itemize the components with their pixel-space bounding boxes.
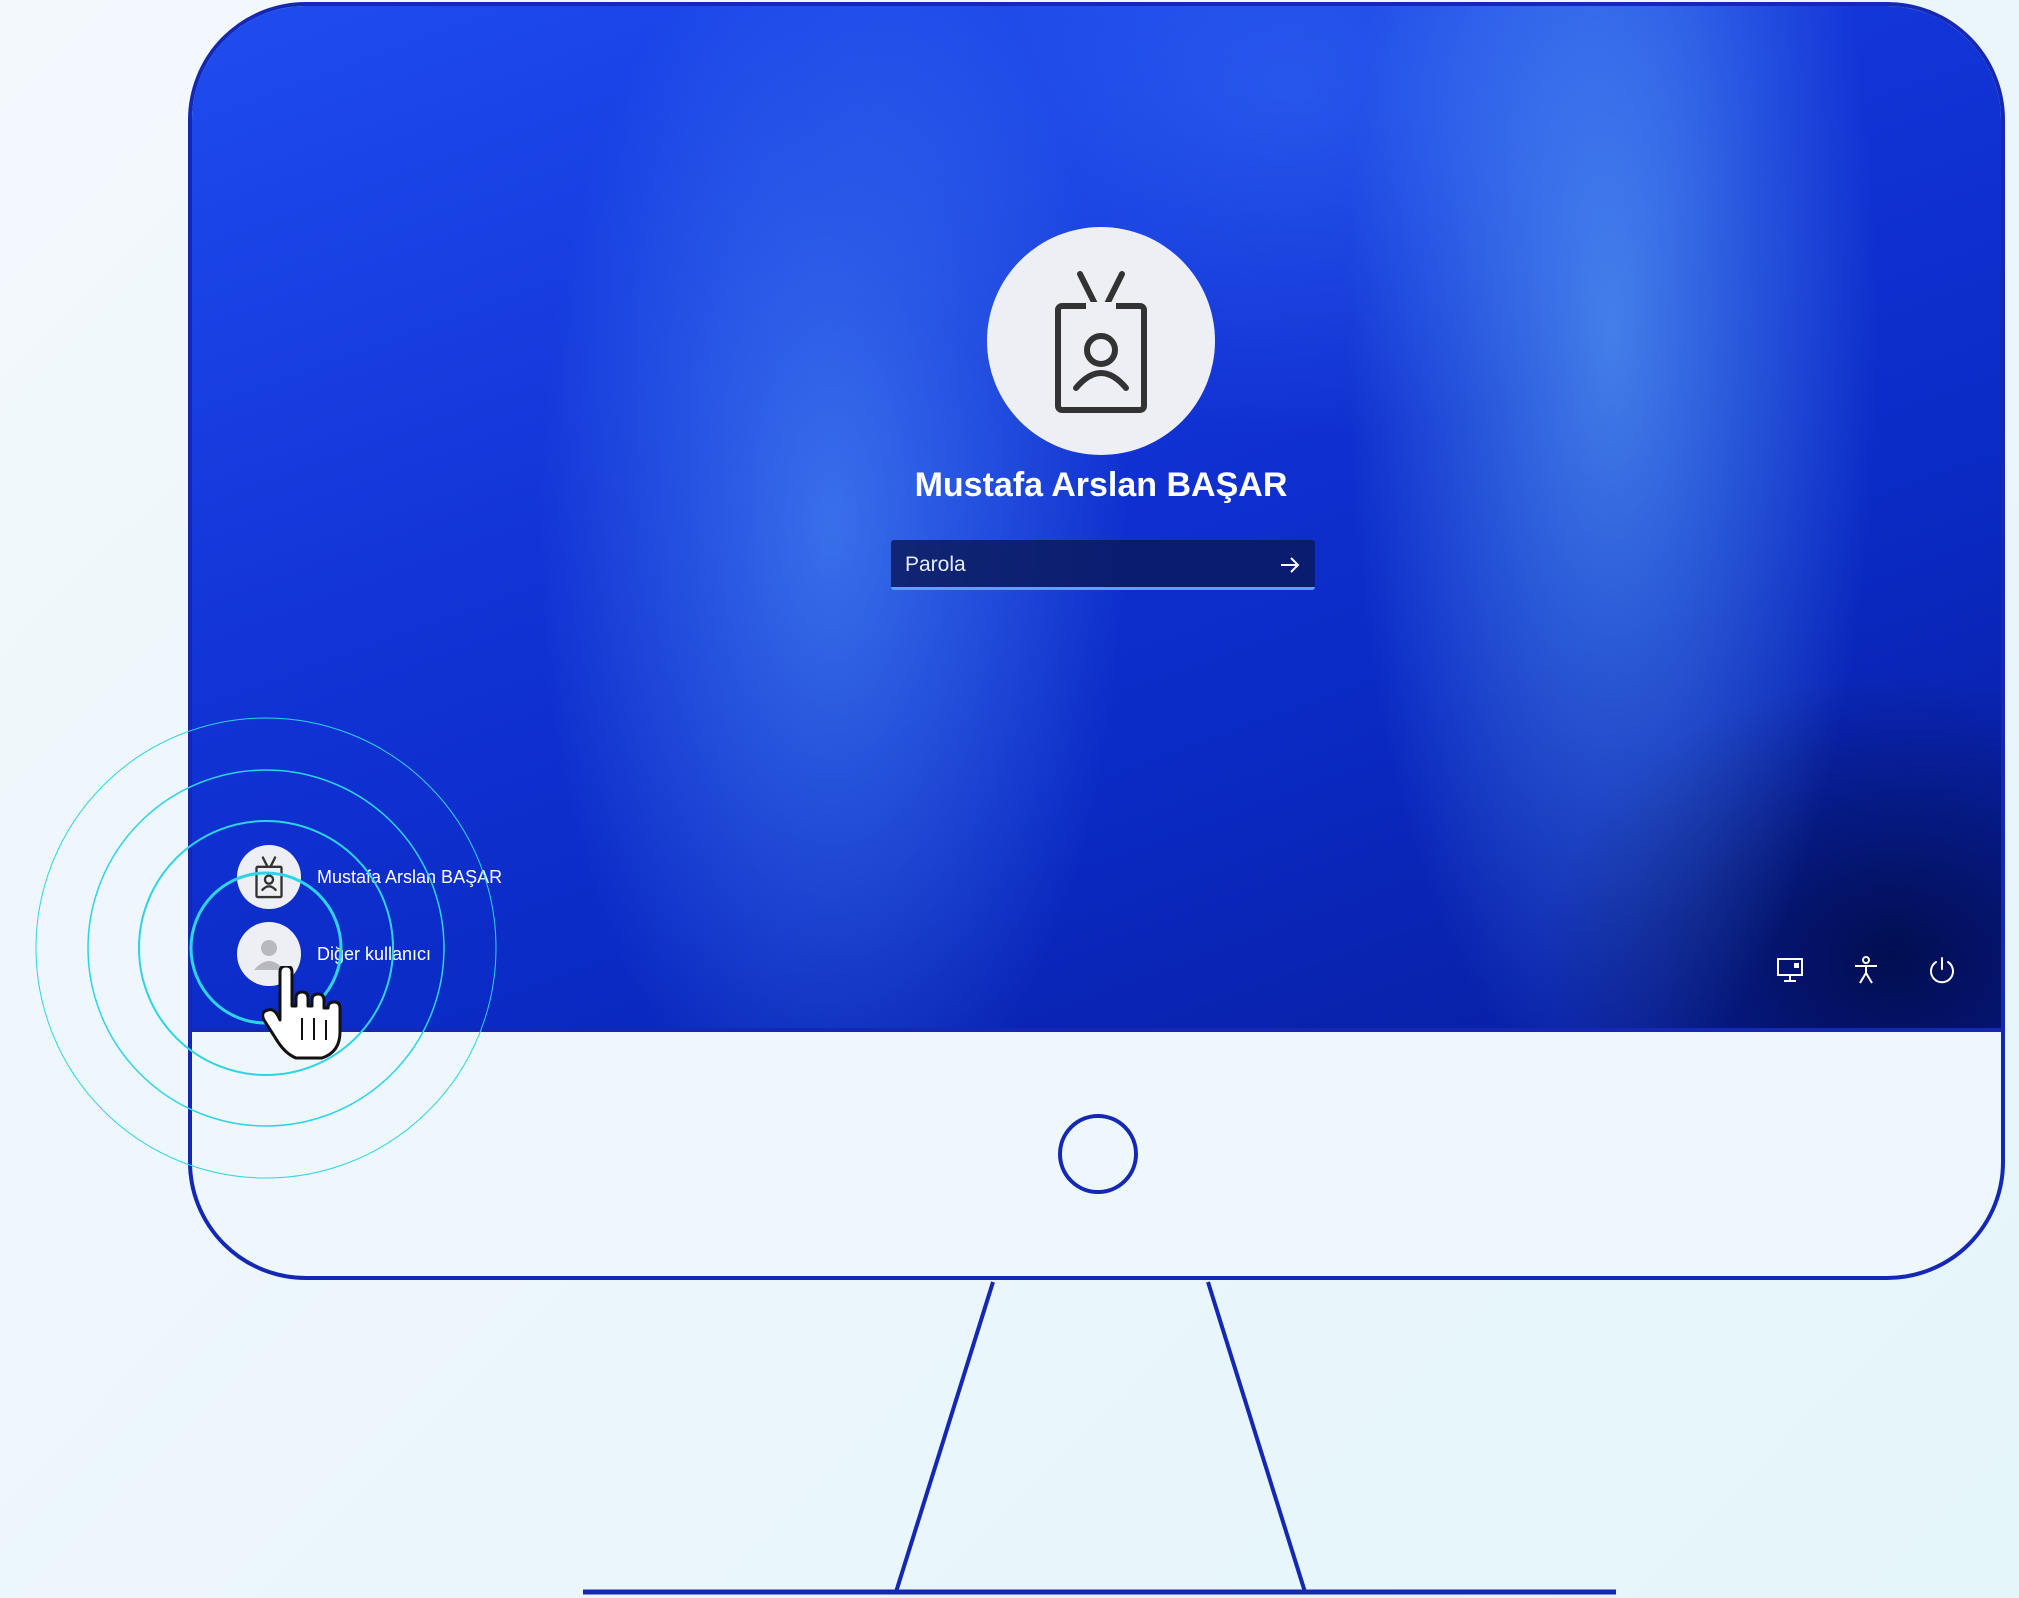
screen-bezel-edge [192, 1028, 2001, 1032]
lock-screen: Mustafa Arslan BAŞAR Mustafa Arslan BAŞA… [192, 6, 2001, 1032]
accessibility-icon [1855, 956, 1877, 984]
password-input[interactable] [903, 548, 1247, 582]
hand-cursor-icon [262, 966, 342, 1060]
user-list-avatar [237, 845, 301, 909]
user-name: Mustafa Arslan BAŞAR [914, 466, 1288, 504]
accessibility-button[interactable] [1848, 952, 1884, 988]
id-badge-icon [255, 856, 283, 899]
id-badge-icon [1055, 271, 1147, 413]
power-icon [1930, 957, 1954, 984]
network-icon [1777, 958, 1803, 982]
power-button[interactable] [1924, 952, 1960, 988]
submit-button[interactable] [1275, 550, 1305, 580]
user-list-label: Diğer kullanıcı [317, 943, 432, 964]
monitor-frame: Mustafa Arslan BAŞAR Mustafa Arslan BAŞA… [188, 2, 2005, 1280]
arrow-right-icon [1281, 557, 1300, 573]
network-button[interactable] [1772, 952, 1808, 988]
password-field[interactable] [891, 540, 1315, 590]
camera-circle [1058, 1114, 1138, 1194]
user-list-item-current[interactable]: Mustafa Arslan BAŞAR [237, 845, 502, 909]
user-avatar [987, 227, 1215, 455]
user-list-label: Mustafa Arslan BAŞAR [317, 866, 503, 887]
